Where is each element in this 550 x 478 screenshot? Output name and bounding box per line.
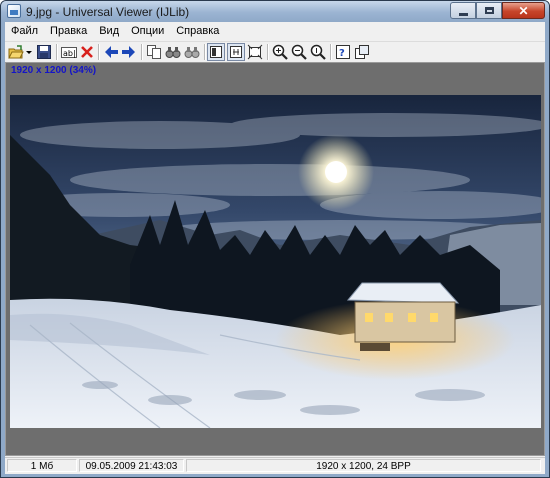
status-dimensions: 1920 x 1200, 24 BPP	[186, 459, 541, 472]
svg-text:?: ?	[339, 48, 345, 59]
status-bar: 1 Мб 09.05.2009 21:43:03 1920 x 1200, 24…	[5, 457, 545, 474]
original-size-icon[interactable]	[227, 43, 245, 61]
zoom-out-icon[interactable]	[291, 44, 307, 60]
svg-text:ab|: ab|	[63, 49, 76, 58]
fullscreen-icon[interactable]	[247, 44, 263, 60]
menu-file[interactable]: Файл	[5, 22, 44, 40]
toolbar-separator	[330, 44, 332, 60]
find-next-icon[interactable]	[184, 44, 200, 60]
status-file-size: 1 Мб	[7, 459, 77, 472]
status-date: 09.05.2009 21:43:03	[79, 459, 184, 472]
app-window: 9.jpg - Universal Viewer (IJLib) ✕ Файл …	[0, 0, 550, 478]
image-viewer-pane[interactable]: 1920 x 1200 (34%)	[5, 62, 545, 456]
menu-help[interactable]: Справка	[170, 22, 225, 40]
close-button[interactable]: ✕	[502, 2, 545, 19]
rename-icon[interactable]: ab|	[61, 44, 77, 60]
toolbar-separator	[98, 44, 100, 60]
toolbar-separator	[267, 44, 269, 60]
next-arrow-icon[interactable]	[121, 44, 137, 60]
properties-icon[interactable]: ?	[335, 44, 351, 60]
menu-bar: Файл Правка Вид Опции Справка	[5, 22, 545, 40]
client-area: Файл Правка Вид Опции Справка ab| ? 1920…	[5, 22, 545, 474]
menu-edit[interactable]: Правка	[44, 22, 93, 40]
toolbar: ab| ?	[5, 41, 545, 62]
minimize-icon	[458, 12, 468, 16]
toolbar-separator	[204, 44, 206, 60]
maximize-button[interactable]	[476, 2, 502, 19]
menu-view[interactable]: Вид	[93, 22, 125, 40]
app-icon[interactable]	[7, 4, 21, 18]
image-info-label: 1920 x 1200 (34%)	[11, 65, 97, 76]
menu-options[interactable]: Опции	[125, 22, 170, 40]
toolbar-separator	[56, 44, 58, 60]
toolbar-separator	[141, 44, 143, 60]
window-title: 9.jpg - Universal Viewer (IJLib)	[26, 5, 190, 19]
minimize-button[interactable]	[450, 2, 476, 19]
maximize-icon	[484, 7, 494, 14]
close-icon: ✕	[518, 3, 529, 18]
open-folder-icon[interactable]	[8, 44, 24, 60]
find-icon[interactable]	[165, 44, 181, 60]
photo-image[interactable]	[10, 95, 541, 428]
delete-icon[interactable]	[79, 44, 95, 60]
title-bar[interactable]: 9.jpg - Universal Viewer (IJLib) ✕	[1, 1, 549, 22]
prev-arrow-icon[interactable]	[103, 44, 119, 60]
save-icon[interactable]	[36, 44, 52, 60]
fit-window-icon[interactable]	[207, 43, 225, 61]
dropdown-arrow-icon[interactable]	[25, 44, 33, 60]
zoom-in-icon[interactable]	[272, 44, 288, 60]
copy-icon[interactable]	[146, 44, 162, 60]
zoom-actual-icon[interactable]	[310, 44, 326, 60]
new-window-icon[interactable]	[354, 44, 370, 60]
